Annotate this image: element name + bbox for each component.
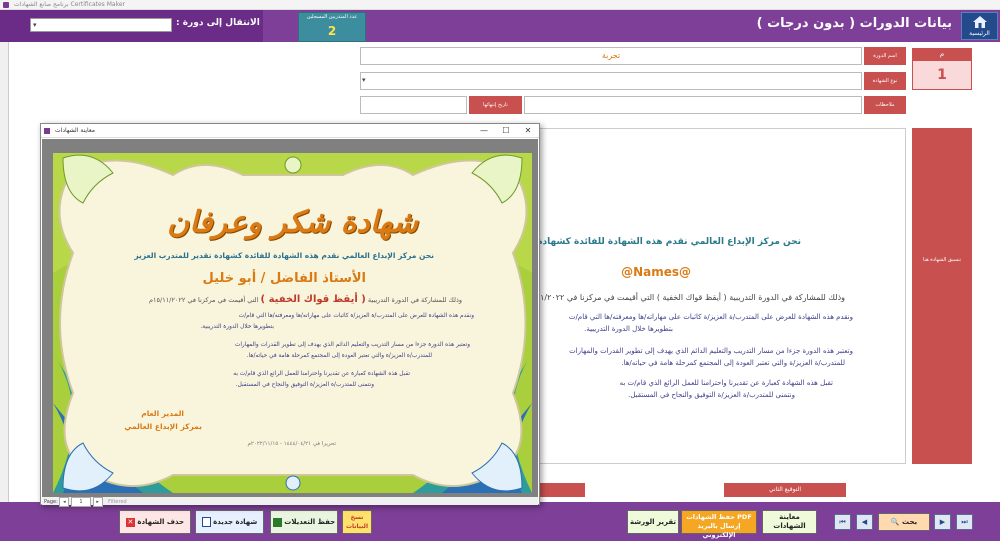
- first-page-icon[interactable]: ◂: [59, 497, 70, 507]
- page-title: بيانات الدورات ( بدون درجات ): [756, 16, 952, 31]
- search-label: بحث: [902, 518, 918, 526]
- course-name-label: اسم الدورة: [864, 47, 906, 65]
- search-button[interactable]: 🔍 بحث: [878, 513, 930, 531]
- window-title: برنامج صانع الشهادات Certificates Maker: [14, 1, 125, 8]
- window-titlebar: برنامج صانع الشهادات Certificates Maker: [0, 0, 1000, 10]
- save-changes-button[interactable]: حفظ التعديلات: [270, 510, 338, 534]
- next-record-button[interactable]: ▶: [934, 514, 951, 530]
- goto-course-select[interactable]: ▾: [30, 18, 172, 32]
- save-pdf-label: حفظ الشهادات PDF: [686, 513, 752, 521]
- cert-line-4: وتعتبر هذه الدورة جزءا من مسار التدريب و…: [569, 347, 853, 355]
- app-icon: [44, 128, 50, 134]
- preview-course-name: ( أيقظ قواك الخفية ): [260, 294, 366, 305]
- preview-certs-button[interactable]: معاينة الشهادات: [762, 510, 817, 534]
- record-id-label: م: [912, 48, 972, 60]
- home-icon: [973, 16, 987, 28]
- app-icon: [3, 2, 9, 8]
- goto-course-label: الانتقال إلى دورة :: [176, 18, 260, 28]
- preview-intro: نحن مركز الإبداع العالمي نقدم هذه الشهاد…: [134, 251, 434, 260]
- filtered-label: Filtered: [108, 499, 127, 505]
- chevron-down-icon: ▾: [33, 21, 37, 29]
- next-page-icon[interactable]: ▸: [92, 497, 103, 507]
- cert-course-line-text: وذلك للمشاركة في الدورة التدريبية ( أيقظ…: [520, 293, 845, 302]
- preview-label-2: الشهادات: [773, 522, 806, 530]
- close-icon[interactable]: ✕: [517, 124, 539, 138]
- left-scroll-strip[interactable]: [0, 42, 9, 502]
- preview-status-bar: Page: ◂ 1 ▸ Filtered: [42, 497, 538, 507]
- certificate-preview-dialog: معاينة الشهادات — ☐ ✕ شهادة شكر وعرفان ن…: [40, 123, 540, 507]
- preview-line-7: ونتمنى للمتدرب/ة العزيز/ة التوفيق والنجا…: [235, 382, 374, 388]
- preview-course-prefix: وذلك للمشاركة في الدورة التدريبية: [367, 296, 462, 304]
- save-changes-label: حفظ التعديلات: [284, 518, 336, 526]
- preview-label-1: معاينة: [779, 513, 800, 521]
- next-icon: ▶: [939, 518, 946, 526]
- notes-field[interactable]: [524, 96, 862, 114]
- chevron-down-icon: ▾: [362, 76, 366, 84]
- last-icon: ⏭: [961, 518, 968, 526]
- preview-dialog-titlebar: معاينة الشهادات — ☐ ✕: [41, 124, 539, 138]
- first-signature-header: [535, 483, 585, 497]
- copy-data-label-2: البيانات: [346, 523, 368, 530]
- workshop-report-button[interactable]: تقرير الورشة: [627, 510, 679, 534]
- preview-director-org: بمركز الإبداع العالمي: [124, 422, 202, 431]
- preview-date-line: تحريرا في ١٤٤٤/٠٤/٢١ - ٢٠٢٢/١١/١٥م: [247, 441, 337, 447]
- trainees-count-box: عدد المتدربين المسجلين 2: [298, 12, 366, 42]
- preview-course-suffix: التي أقيمت في مركزنا في ١٥/١١/٢٠٢٢م: [149, 296, 259, 304]
- email-label: إرسال بالبريد الإلكتروني: [697, 522, 741, 539]
- minimize-icon[interactable]: —: [473, 124, 495, 138]
- trainees-count-value: 2: [327, 24, 337, 38]
- delete-cert-button[interactable]: ✕ حذف الشهادة: [119, 510, 191, 534]
- new-cert-label: شهادة جديدة: [213, 518, 258, 526]
- end-date-field[interactable]: [360, 96, 467, 114]
- cert-names-field: @Names@: [621, 265, 691, 279]
- preview-line-3: بتطويرها خلال الدورة التدريبية.: [200, 324, 274, 330]
- cert-line-2: ونقدم هذه الشهادة للعرض على المتدرب/ة ال…: [568, 313, 853, 321]
- cert-heading: شهادة شكر وعرفان: [167, 205, 418, 240]
- copy-data-button[interactable]: نسخ البيانات: [342, 510, 372, 534]
- cert-line-3: بتطويرها خلال الدورة التدريبية.: [584, 325, 673, 333]
- cert-type-label: نوع الشهادة: [864, 72, 906, 90]
- cert-course-line: وذلك للمشاركة في الدورة التدريبية ( أيقظ…: [520, 293, 845, 302]
- cert-format-label: تنسيق الشهادة هنا: [912, 128, 972, 464]
- end-date-label: تاريخ إنتهائها: [469, 96, 522, 114]
- cert-line-7: ونتمنى للمتدرب/ة العزيز/ة التوفيق والنجا…: [628, 391, 795, 399]
- preview-dialog-title: معاينة الشهادات: [55, 127, 95, 134]
- save-icon: [272, 517, 282, 527]
- cert-line-5: للمتدرب/ة العزيز/ة والتي تعتبر العودة إل…: [621, 359, 845, 367]
- first-icon: ⏮: [839, 518, 846, 526]
- page-label: Page:: [44, 499, 58, 505]
- trainees-count-label: عدد المتدربين المسجلين: [306, 14, 358, 20]
- second-signature-label: التوقيع الثاني: [724, 483, 846, 497]
- certificate-page: شهادة شكر وعرفان نحن مركز الإبداع العالم…: [53, 153, 532, 493]
- preview-canvas: شهادة شكر وعرفان نحن مركز الإبداع العالم…: [42, 139, 538, 497]
- preview-line-6: تقبل هذه الشهادة كعبارة عن تقديرنا واحتر…: [233, 371, 410, 377]
- new-doc-icon: [201, 517, 211, 527]
- save-pdf-email-button[interactable]: حفظ الشهادات PDF إرسال بالبريد الإلكترون…: [681, 510, 757, 539]
- prev-icon: ◀: [861, 518, 868, 526]
- course-name-field[interactable]: تجربة: [360, 47, 862, 65]
- preview-recipient-name: الأستاذ الفاضل / أبو خليل: [202, 271, 366, 286]
- preview-line-4: وتعتبر هذه الدورة جزءا من مسار التدريب و…: [234, 342, 470, 348]
- prev-record-button[interactable]: ◀: [856, 514, 873, 530]
- notes-label: ملاحظات: [864, 96, 906, 114]
- delete-cert-label: حذف الشهادة: [137, 518, 185, 526]
- record-id-value: 1: [912, 60, 972, 90]
- home-label: الرئيسية: [969, 30, 990, 37]
- preview-line-2: ونقدم هذه الشهادة للعرض على المتدرب/ة ال…: [238, 313, 474, 319]
- copy-data-label-1: نسخ: [350, 514, 364, 521]
- preview-course-line: وذلك للمشاركة في الدورة التدريبية ( أيقظ…: [149, 294, 462, 305]
- last-record-button[interactable]: ⏭: [956, 514, 973, 530]
- delete-icon: ✕: [125, 517, 135, 527]
- page-number-input[interactable]: 1: [70, 497, 91, 507]
- home-button[interactable]: الرئيسية: [961, 12, 998, 40]
- new-cert-button[interactable]: شهادة جديدة: [195, 510, 264, 534]
- preview-line-5: للمتدرب/ة العزيز/ة والتي تعتبر العودة إل…: [246, 353, 432, 359]
- first-record-button[interactable]: ⏮: [834, 514, 851, 530]
- maximize-icon[interactable]: ☐: [495, 124, 517, 138]
- search-icon: 🔍: [890, 518, 900, 526]
- preview-director-title: المدير العام: [141, 409, 184, 418]
- cert-line-6: تقبل هذه الشهادة كعبارة عن تقديرنا واحتر…: [619, 379, 833, 387]
- cert-type-select[interactable]: ▾: [360, 72, 862, 90]
